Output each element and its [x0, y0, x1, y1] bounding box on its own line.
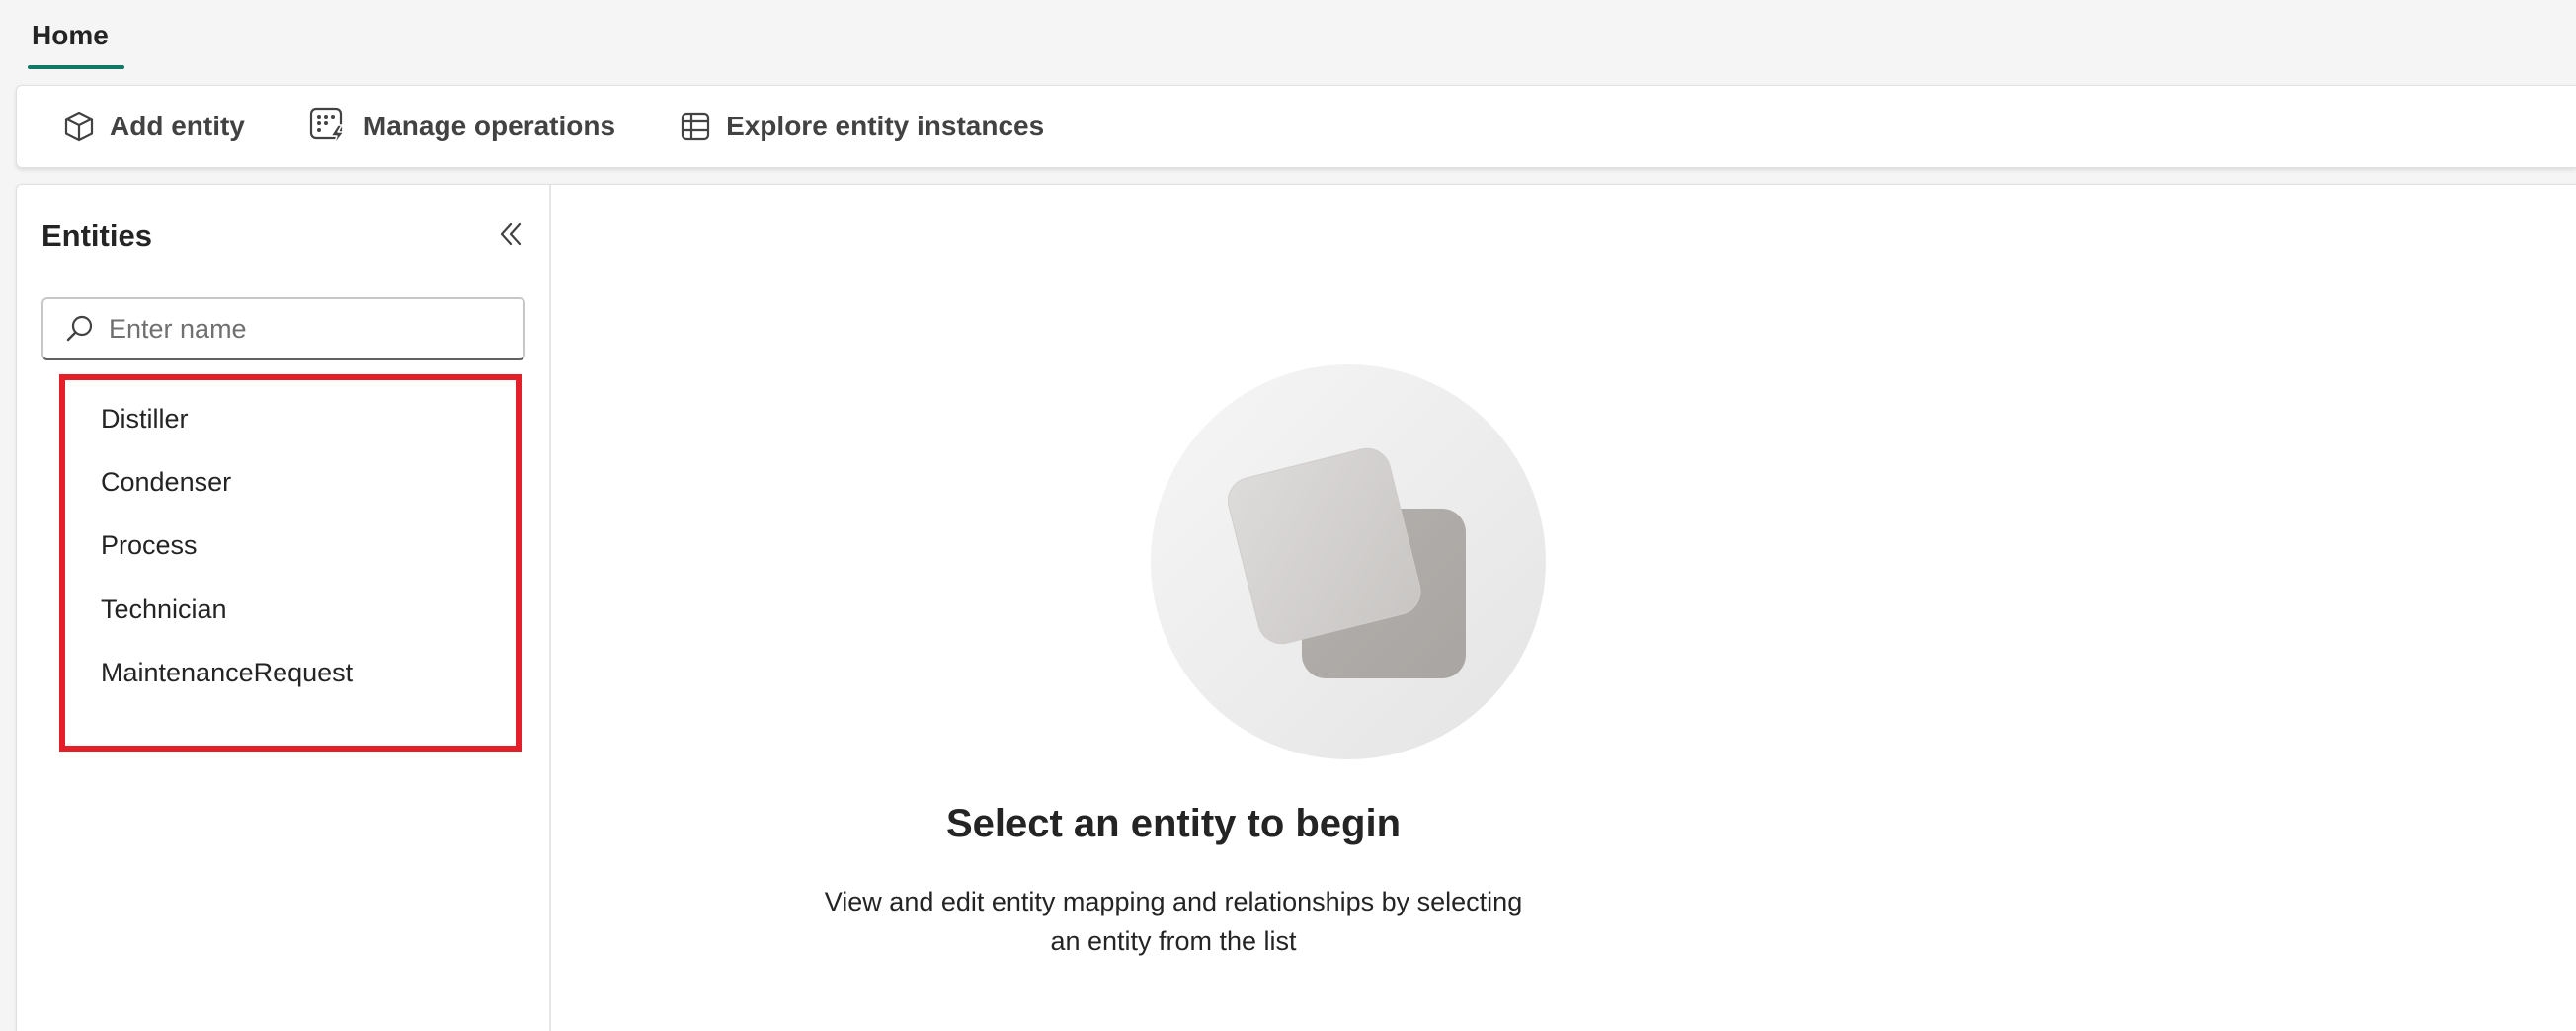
list-item-process[interactable]: Process — [101, 530, 198, 561]
entity-search-input[interactable] — [109, 313, 504, 345]
empty-state: Select an entity to begin View and edit … — [551, 185, 2576, 1031]
grid-lightning-icon — [309, 107, 345, 146]
double-chevron-left-icon — [500, 222, 522, 246]
empty-state-description: View and edit entity mapping and relatio… — [551, 882, 1796, 961]
entity-list: Distiller Condenser Process Technician M… — [59, 374, 522, 752]
tab-home[interactable]: Home — [28, 20, 124, 69]
empty-state-title: Select an entity to begin — [945, 802, 1402, 845]
manage-operations-button[interactable]: Manage operations — [298, 97, 625, 156]
ribbon-toolbar: Add entity Manage operations Explore ent… — [16, 85, 2576, 168]
empty-state-description-line2: an entity from the list — [1050, 926, 1297, 956]
collapse-sidebar-button[interactable] — [493, 216, 528, 252]
tab-active-indicator — [28, 65, 124, 69]
entity-search-box[interactable] — [41, 297, 525, 360]
entity-placeholder-illustration — [1151, 364, 1546, 759]
search-icon — [66, 315, 93, 342]
explore-entity-instances-button[interactable]: Explore entity instances — [669, 97, 1054, 156]
list-item-condenser[interactable]: Condenser — [101, 467, 231, 498]
add-entity-label: Add entity — [110, 111, 245, 141]
cube-icon — [64, 111, 94, 142]
add-entity-button[interactable]: Add entity — [52, 97, 255, 156]
list-item-distiller[interactable]: Distiller — [101, 404, 189, 435]
list-item-maintenancerequest[interactable]: MaintenanceRequest — [101, 658, 353, 688]
tab-home-label: Home — [32, 20, 109, 50]
sidebar-title: Entities — [41, 218, 152, 253]
list-item-technician[interactable]: Technician — [101, 595, 227, 625]
app-window: Home Add entity Manage operations Explor… — [0, 0, 2576, 1031]
entities-sidebar: Entities Distiller Condenser Process Tec… — [17, 185, 551, 1031]
manage-operations-label: Manage operations — [362, 111, 616, 141]
main-panel: Entities Distiller Condenser Process Tec… — [16, 184, 2576, 1031]
tab-bar: Home — [0, 0, 2576, 75]
table-icon — [681, 112, 710, 141]
empty-state-description-line1: View and edit entity mapping and relatio… — [824, 887, 1523, 916]
explore-entity-instances-label: Explore entity instances — [726, 111, 1045, 141]
